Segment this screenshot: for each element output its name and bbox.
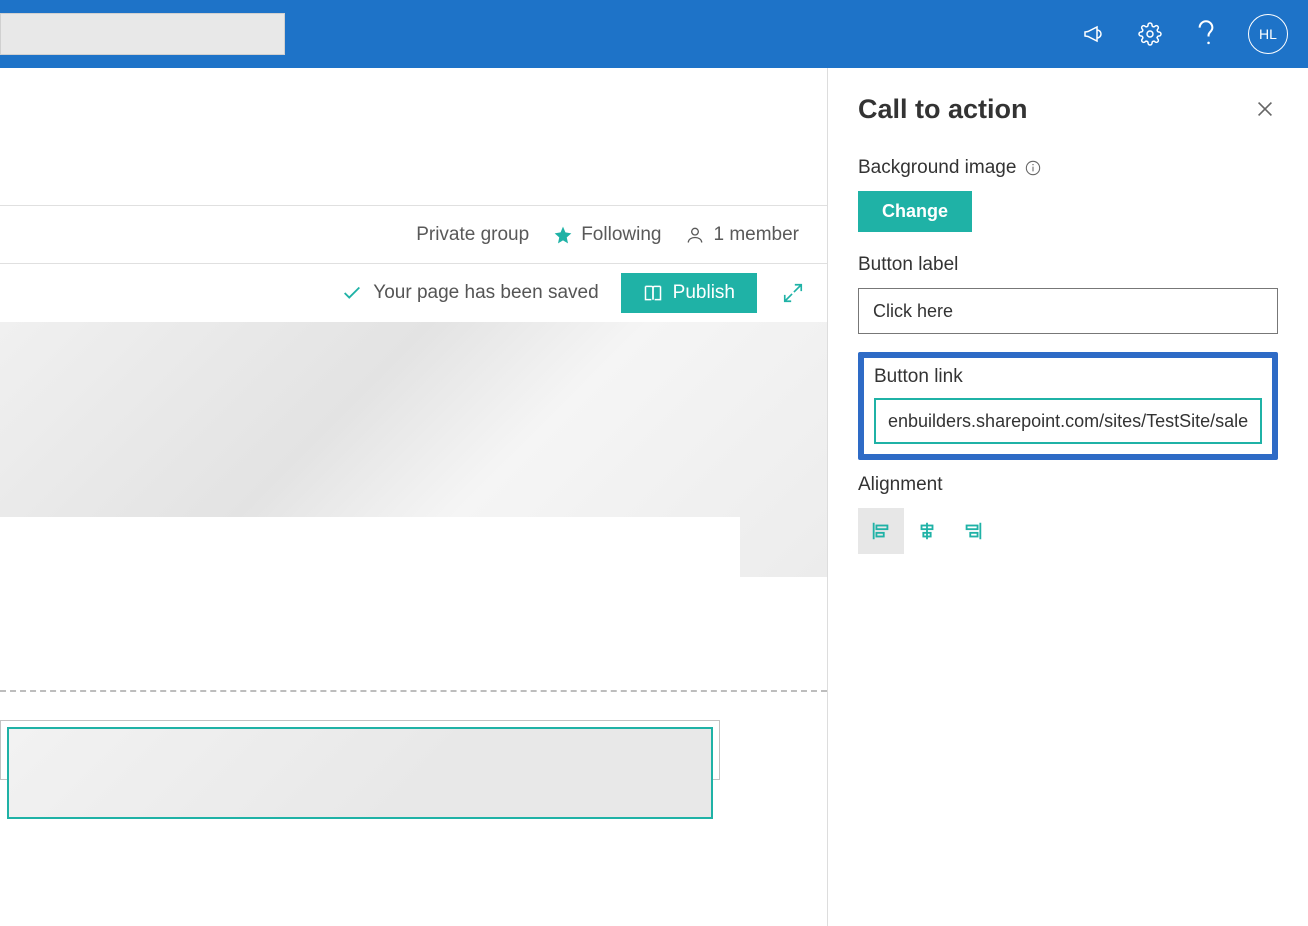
main-layout: Private group Following 1 member Your pa… (0, 68, 1308, 926)
align-left-button[interactable] (858, 508, 904, 554)
expand-icon[interactable] (779, 279, 807, 307)
section-divider (0, 690, 827, 866)
panel-title: Call to action (858, 94, 1028, 125)
align-center-icon (916, 520, 938, 542)
members-link[interactable]: 1 member (685, 224, 799, 246)
gear-icon[interactable] (1136, 20, 1164, 48)
align-center-button[interactable] (904, 508, 950, 554)
webpart-zone[interactable] (0, 720, 720, 780)
search-input[interactable] (0, 13, 285, 55)
property-panel: Call to action Background image Change B… (828, 68, 1308, 926)
alignment-options (858, 508, 1278, 554)
following-toggle[interactable]: Following (553, 224, 661, 246)
group-type: Private group (416, 224, 529, 246)
book-icon (643, 283, 663, 303)
publish-label: Publish (673, 282, 735, 304)
align-left-icon (870, 520, 892, 542)
check-icon (341, 282, 363, 304)
hero-background (0, 322, 827, 577)
align-right-icon (962, 520, 984, 542)
button-link-highlight: Button link (858, 352, 1278, 460)
megaphone-icon[interactable] (1080, 20, 1108, 48)
bg-image-label: Background image (858, 157, 1278, 179)
help-icon[interactable] (1192, 20, 1220, 48)
publish-button[interactable]: Publish (621, 273, 757, 313)
align-right-button[interactable] (950, 508, 996, 554)
saved-text: Your page has been saved (373, 282, 598, 304)
page-content: ▲ (0, 322, 827, 926)
save-row: Your page has been saved Publish (0, 264, 827, 322)
webpart-selected[interactable] (7, 727, 713, 819)
avatar-initials: HL (1259, 26, 1277, 42)
button-label-input[interactable] (858, 288, 1278, 334)
bg-image-text: Background image (858, 157, 1016, 179)
top-bar: HL (0, 0, 1308, 68)
saved-message: Your page has been saved (341, 282, 598, 304)
topbar-left (0, 0, 285, 68)
alignment-label: Alignment (858, 474, 1278, 496)
panel-header: Call to action (858, 94, 1278, 125)
site-status-row: Private group Following 1 member (0, 206, 827, 264)
canvas-area: Private group Following 1 member Your pa… (0, 68, 828, 926)
info-icon[interactable] (1024, 159, 1042, 177)
page-header-blank (0, 68, 827, 206)
following-label: Following (581, 224, 661, 246)
person-icon (685, 225, 705, 245)
avatar[interactable]: HL (1248, 14, 1288, 54)
white-overlay (0, 517, 740, 577)
close-icon[interactable] (1254, 98, 1278, 122)
change-button[interactable]: Change (858, 191, 972, 232)
button-link-input[interactable] (874, 398, 1262, 444)
button-label-label: Button label (858, 254, 1278, 276)
button-link-label: Button link (874, 366, 1262, 388)
topbar-right: HL (1080, 14, 1288, 54)
star-icon (553, 225, 573, 245)
members-label: 1 member (713, 224, 799, 246)
